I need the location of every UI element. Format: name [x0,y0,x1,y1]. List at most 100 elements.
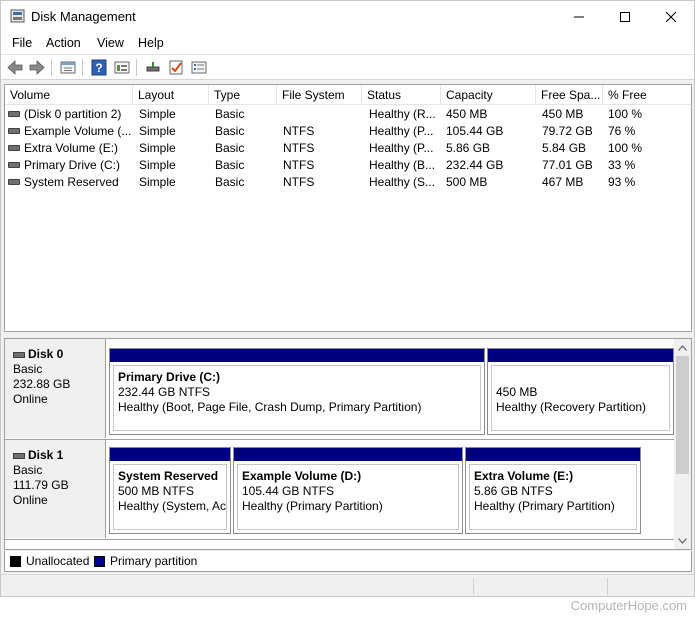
column-percent-free[interactable]: % Free [603,85,691,104]
column-status[interactable]: Status [362,85,441,104]
cell-file-system: NTFS [283,175,315,189]
disk-0-title: Disk 0 [13,347,105,362]
partition-primary-drive-c[interactable]: Primary Drive (C:) 232.44 GB NTFS Health… [109,348,485,435]
disk-separator [5,539,691,540]
cell-status: Healthy (B... [369,158,436,172]
cell-layout: Simple [139,158,176,172]
primary-partition-swatch [94,556,105,567]
cell-percent-free: 76 % [608,124,636,138]
legend-unallocated: Unallocated [26,554,90,568]
menu-view[interactable]: View [97,36,124,50]
column-capacity[interactable]: Capacity [441,85,536,104]
cell-layout: Simple [139,124,176,138]
watermark: ComputerHope.com [570,598,687,613]
column-free-space[interactable]: Free Spa... [536,85,603,104]
column-type[interactable]: Type [209,85,277,104]
partition-name [496,370,669,385]
drive-icon [13,452,25,459]
column-layout[interactable]: Layout [133,85,209,104]
table-row[interactable]: (Disk 0 partition 2) Simple Basic Health… [5,106,691,123]
disk-size: 232.88 GB [13,377,71,391]
cell-free-space: 450 MB [542,107,584,121]
cell-status: Healthy (P... [369,141,434,155]
maximize-icon [620,11,630,22]
table-row[interactable]: Primary Drive (C:) Simple Basic NTFS Hea… [5,157,691,174]
partition-status: Healthy (Boot, Page File, Crash Dump, Pr… [118,400,422,414]
legend-primary-partition: Primary partition [110,554,198,568]
partition-example-volume-d[interactable]: Example Volume (D:) 105.44 GB NTFS Healt… [233,447,463,534]
cell-capacity: 232.44 GB [446,158,504,172]
partition-size: 5.86 GB NTFS [474,484,553,498]
drive-icon [8,111,20,117]
disk-0-label[interactable]: Disk 0 Basic 232.88 GB Online [5,339,106,438]
partition-system-reserved[interactable]: System Reserved 500 MB NTFS Healthy (Sys… [109,447,231,534]
menu-action[interactable]: Action [46,36,81,50]
cell-free-space: 77.01 GB [542,158,593,172]
toolbar-separator [136,59,137,76]
partition-details: 450 MB Healthy (Recovery Partition) [491,365,670,431]
partition-legend: Unallocated Primary partition [4,551,692,572]
table-row[interactable]: Example Volume (... Simple Basic NTFS He… [5,123,691,140]
close-icon [666,11,676,22]
partition-extra-volume-e[interactable]: Extra Volume (E:) 5.86 GB NTFS Healthy (… [465,447,641,534]
cell-volume: Primary Drive (C:) [24,158,120,172]
partition-details: System Reserved 500 MB NTFS Healthy (Sys… [113,464,227,530]
partition-type-bar [110,349,484,362]
table-row[interactable]: System Reserved Simple Basic NTFS Health… [5,174,691,191]
forward-arrow-icon[interactable] [28,59,46,76]
toolbar-separator [82,59,83,76]
column-file-system[interactable]: File System [277,85,362,104]
maximize-button[interactable] [602,1,648,32]
disk-name: Disk 0 [28,347,64,361]
cell-layout: Simple [139,175,176,189]
cell-file-system: NTFS [283,141,315,155]
menu-help[interactable]: Help [138,36,164,50]
scroll-up-button[interactable] [674,339,691,356]
drive-icon [13,351,25,358]
cell-type: Basic [215,175,245,189]
partition-status: Healthy (Primary Partition) [474,499,615,513]
disk-separator [5,439,691,440]
cell-percent-free: 100 % [608,107,643,121]
svg-text:?: ? [95,61,102,75]
cell-type: Basic [215,158,245,172]
partition-size: 105.44 GB NTFS [242,484,335,498]
cell-capacity: 105.44 GB [446,124,504,138]
cell-free-space: 79.72 GB [542,124,593,138]
rescan-icon[interactable] [190,59,208,76]
volume-list[interactable]: Volume Layout Type File System Status Ca… [4,84,692,332]
table-row[interactable]: Extra Volume (E:) Simple Basic NTFS Heal… [5,140,691,157]
properties-icon[interactable] [59,59,77,76]
cell-layout: Simple [139,107,176,121]
unallocated-swatch [10,556,21,567]
check-icon[interactable] [167,59,185,76]
scroll-thumb[interactable] [676,356,689,474]
title-bar: Disk Management [1,1,694,32]
back-arrow-icon[interactable] [6,59,24,76]
menu-file[interactable]: File [12,36,32,50]
close-button[interactable] [648,1,694,32]
help-icon[interactable]: ? [90,59,108,76]
window-title: Disk Management [31,9,136,24]
partition-type-bar [466,448,640,461]
toolbar: ? [1,54,694,80]
partition-type-bar [234,448,462,461]
disk-layout-pane: Disk 0 Basic 232.88 GB Online Primary Dr… [4,338,692,550]
cell-type: Basic [215,107,245,121]
connect-icon[interactable] [144,59,162,76]
disk-management-window: Disk Management File Action View Help ? … [0,0,695,597]
cell-file-system: NTFS [283,158,315,172]
partition-recovery[interactable]: 450 MB Healthy (Recovery Partition) [487,348,674,435]
list-view-icon[interactable] [113,59,131,76]
disk-pane-scrollbar[interactable] [674,339,691,549]
disk-size: 111.79 GB [13,478,69,492]
column-volume[interactable]: Volume [5,85,133,104]
cell-free-space: 5.84 GB [542,141,587,155]
disk-1-label[interactable]: Disk 1 Basic 111.79 GB Online [5,440,106,538]
partition-details: Extra Volume (E:) 5.86 GB NTFS Healthy (… [469,464,637,530]
partition-size: 500 MB NTFS [118,484,195,498]
cell-type: Basic [215,141,245,155]
minimize-button[interactable] [556,1,602,32]
scroll-down-button[interactable] [674,532,691,549]
disk-management-icon [10,9,25,23]
